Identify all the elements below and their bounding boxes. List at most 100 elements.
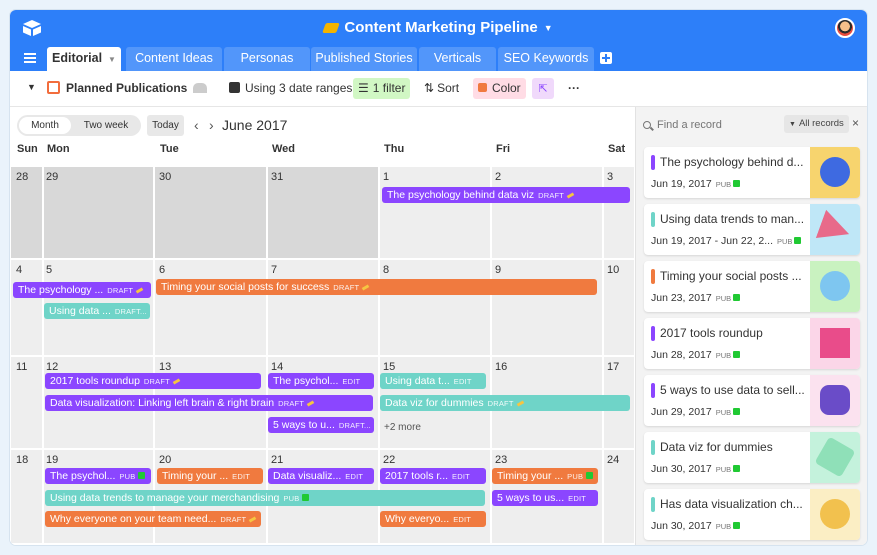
thumbnail-illustration — [820, 271, 850, 301]
calendar-day-cell[interactable] — [492, 167, 602, 258]
filter-button[interactable]: ☰ 1 filter — [353, 78, 411, 99]
day-of-week-header: Fri — [496, 143, 511, 155]
title-bar: Content Marketing Pipeline ▼ — [10, 10, 867, 46]
record-date-text: Jun 30, 2017 — [651, 463, 712, 475]
calendar-date-number: 20 — [159, 454, 172, 466]
status-badge: PUB — [715, 465, 732, 474]
record-card[interactable]: The psychology behind d... Jun 19, 2017 PU… — [644, 147, 860, 198]
pencil-icon — [516, 400, 524, 407]
event-status-badge: EDIT — [345, 472, 364, 481]
view-toolbar: ▼ Planned Publications Using 3 date rang… — [10, 71, 867, 107]
status-color-bar — [651, 269, 655, 284]
base-title[interactable]: Content Marketing Pipeline ▼ — [10, 19, 867, 36]
megaphone-icon — [322, 23, 341, 34]
record-card[interactable]: Has data visualization ch... Jun 30, 2017… — [644, 489, 860, 540]
event-status-badge: DRAFT — [220, 515, 247, 524]
calendar-event[interactable]: 2017 tools roundup DRAFT — [45, 373, 261, 389]
calendar-event[interactable]: 5 ways to us... EDIT — [492, 490, 598, 506]
record-card[interactable]: Data viz for dummies Jun 30, 2017 PUB — [644, 432, 860, 483]
calendar-event[interactable]: Using data ... DRAFT... — [44, 303, 150, 319]
calendar-date-number: 21 — [271, 454, 284, 466]
paint-bucket-icon — [478, 83, 487, 92]
calendar-day-cell[interactable] — [44, 167, 153, 258]
record-card[interactable]: 5 ways to use data to sell... Jun 29, 201… — [644, 375, 860, 426]
today-button[interactable]: Today — [147, 115, 184, 136]
calendar-event[interactable]: Timing your ... PUB — [492, 468, 598, 484]
menu-icon[interactable] — [24, 53, 36, 63]
calendar-day-cell[interactable] — [268, 167, 378, 258]
calendar-event[interactable]: The psychology ... DRAFT — [13, 282, 151, 298]
tab-personas[interactable]: Personas — [224, 47, 310, 71]
color-button[interactable]: Color — [473, 78, 526, 99]
record-date: Jun 19, 2017 PUB — [651, 178, 741, 190]
tab-published-stories[interactable]: Published Stories — [311, 47, 417, 71]
record-card[interactable]: Timing your social posts ... Jun 23, 2017… — [644, 261, 860, 312]
calendar-event[interactable]: Using data t... EDIT — [380, 373, 486, 389]
status-color-bar — [651, 212, 655, 227]
calendar-day-cell[interactable] — [155, 260, 266, 355]
calendar-day-cell[interactable] — [380, 167, 490, 258]
calendar-event[interactable]: The psychology behind data viz DRAFT — [382, 187, 630, 203]
calendar-event[interactable]: Data visualiz... EDIT — [268, 468, 374, 484]
published-check-icon — [733, 522, 741, 529]
thumbnail-illustration — [814, 436, 856, 478]
calendar-day-cell[interactable] — [155, 167, 266, 258]
record-card[interactable]: Using data trends to man... Jun 19, 2017 … — [644, 204, 860, 255]
view-switcher[interactable]: Planned Publications — [42, 78, 212, 99]
thumbnail-illustration — [820, 385, 850, 415]
previous-month-icon[interactable]: ‹ — [194, 115, 199, 136]
event-title: Data viz for dummies — [385, 397, 484, 409]
day-of-week-header: Mon — [47, 143, 70, 155]
calendar-event[interactable]: Using data trends to manage your merchan… — [45, 490, 485, 506]
more-events-link[interactable]: +2 more — [384, 422, 421, 433]
calendar-event[interactable]: Why everyo... EDIT — [380, 511, 486, 527]
tab-verticals[interactable]: Verticals — [419, 47, 496, 71]
mode-month-button[interactable]: Month — [19, 117, 71, 134]
all-records-dropdown[interactable]: ▼ All records — [784, 115, 849, 133]
record-card[interactable]: 2017 tools roundup Jun 28, 2017 PUB — [644, 318, 860, 369]
event-status-badge: PUB — [283, 494, 300, 503]
status-color-bar — [651, 440, 655, 455]
mode-two-week-button[interactable]: Two week — [73, 117, 139, 134]
pencil-icon — [361, 284, 370, 291]
calendar-event[interactable]: 5 ways to u... DRAFT... — [268, 417, 374, 433]
calendar-event[interactable]: The psychol... EDIT — [268, 373, 374, 389]
add-table-icon[interactable] — [600, 52, 612, 64]
event-status-badge: DRAFT — [107, 286, 134, 295]
calendar-event[interactable]: Timing your ... EDIT — [157, 468, 263, 484]
calendar-day-cell[interactable] — [492, 260, 602, 355]
event-title: 5 ways to us... — [497, 492, 565, 504]
calendar-event[interactable]: Timing your social posts for success DRAF… — [156, 279, 597, 295]
calendar-date-number: 13 — [159, 361, 172, 373]
tab-content-ideas[interactable]: Content Ideas — [126, 47, 222, 71]
calendar-event[interactable]: The psychol... PUB — [45, 468, 151, 484]
close-icon[interactable]: × — [852, 116, 859, 130]
calendar-day-cell[interactable] — [380, 260, 490, 355]
sort-icon: ⇅ — [424, 81, 435, 95]
thumbnail-illustration — [820, 499, 850, 529]
calendar-31-icon — [229, 82, 240, 93]
tab-seo-keywords[interactable]: SEO Keywords — [498, 47, 594, 71]
find-record-input[interactable] — [657, 118, 777, 132]
avatar[interactable] — [835, 18, 855, 38]
next-month-icon[interactable]: › — [209, 115, 214, 136]
date-ranges-button[interactable]: Using 3 date ranges — [224, 78, 357, 99]
sort-button[interactable]: ⇅ Sort — [419, 78, 464, 99]
more-options-button[interactable]: ··· — [563, 78, 585, 99]
tab-editorial[interactable]: Editorial ▼ — [47, 47, 121, 71]
thumbnail-illustration — [820, 328, 850, 358]
record-title: 2017 tools roundup — [660, 326, 763, 340]
share-view-button[interactable]: ⇱ — [532, 78, 554, 99]
record-thumbnail — [810, 375, 860, 426]
collapse-icon[interactable]: ▼ — [27, 82, 36, 92]
calendar-event[interactable]: Data visualization: Linking left brain &… — [45, 395, 373, 411]
date-ranges-label: Using 3 date ranges — [245, 81, 353, 95]
event-status-badge: DRAFT... — [114, 307, 147, 316]
calendar-event[interactable]: Data viz for dummies DRAFT — [380, 395, 630, 411]
calendar-day-cell[interactable] — [268, 260, 378, 355]
calendar-event[interactable]: Why everyone on your team need... DRAFT — [45, 511, 261, 527]
calendar-event[interactable]: 2017 tools r... EDIT — [380, 468, 486, 484]
filter-label: 1 filter — [372, 81, 406, 95]
table-tab-bar: Editorial ▼ Content Ideas Personas Publis… — [10, 46, 867, 71]
all-records-label: All records — [798, 118, 844, 129]
